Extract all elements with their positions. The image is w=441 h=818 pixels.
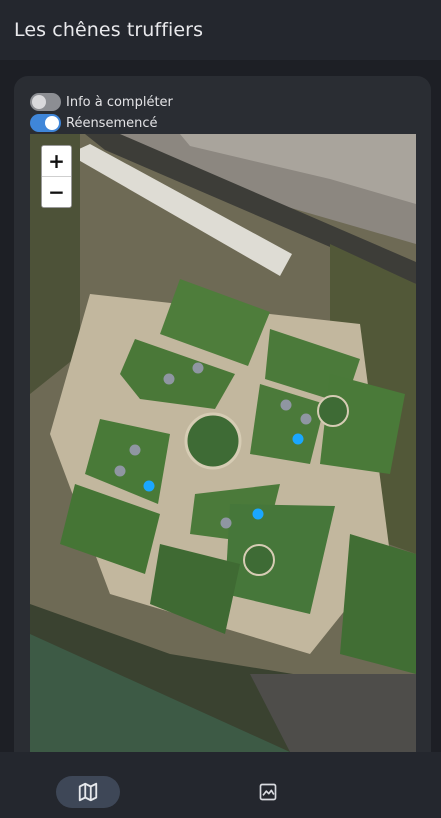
zoom-out-button[interactable]: − bbox=[42, 176, 71, 207]
toggle-label: Réensemencé bbox=[66, 115, 158, 131]
toggle-switch[interactable] bbox=[30, 114, 61, 132]
tree-marker-incomplete[interactable] bbox=[220, 517, 232, 529]
app-bar: Les chênes truffiers bbox=[0, 0, 441, 60]
zoom-in-button[interactable]: + bbox=[42, 146, 71, 176]
toggle-knob bbox=[45, 116, 59, 130]
toggle-switch[interactable] bbox=[30, 93, 61, 111]
zoom-control: + − bbox=[41, 145, 72, 208]
nav-map-button[interactable] bbox=[56, 776, 120, 808]
satellite-map[interactable]: + − bbox=[30, 134, 416, 752]
map-icon bbox=[78, 782, 98, 802]
tree-marker-incomplete[interactable] bbox=[114, 465, 126, 477]
toggle-label: Info à compléter bbox=[66, 94, 173, 110]
nav-gallery-button[interactable] bbox=[236, 776, 300, 808]
tree-markers bbox=[114, 362, 312, 529]
tree-marker-complete[interactable] bbox=[252, 508, 264, 520]
toggle-reensemence[interactable]: Réensemencé bbox=[30, 113, 158, 133]
bottom-navigation bbox=[0, 752, 441, 818]
tree-marker-incomplete[interactable] bbox=[300, 413, 312, 425]
tree-marker-incomplete[interactable] bbox=[192, 362, 204, 374]
tree-marker-complete[interactable] bbox=[292, 433, 304, 445]
tree-marker-incomplete[interactable] bbox=[129, 444, 141, 456]
image-icon bbox=[259, 783, 277, 801]
tree-marker-incomplete[interactable] bbox=[163, 373, 175, 385]
toggle-info-a-completer[interactable]: Info à compléter bbox=[30, 92, 173, 112]
tree-marker-incomplete[interactable] bbox=[280, 399, 292, 411]
tree-marker-complete[interactable] bbox=[143, 480, 155, 492]
page-title: Les chênes truffiers bbox=[14, 19, 204, 41]
toggle-knob bbox=[32, 95, 46, 109]
